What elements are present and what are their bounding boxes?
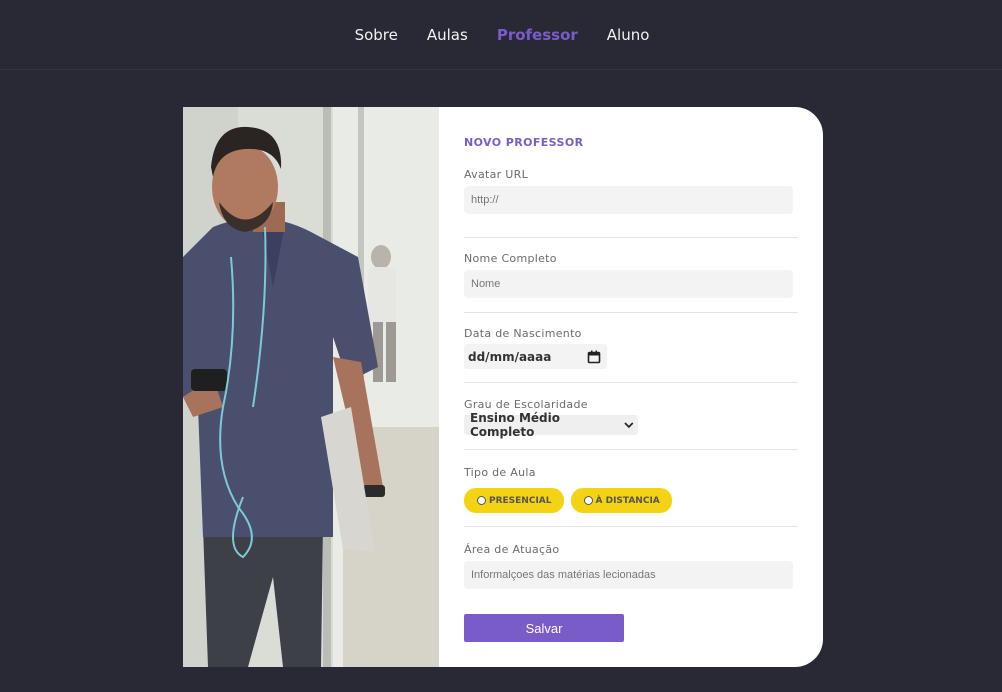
birth-field: Data de Nascimento dd/mm/aaaa: [464, 313, 798, 383]
birth-date-input[interactable]: dd/mm/aaaa: [464, 344, 607, 369]
radio-distancia[interactable]: [583, 496, 593, 505]
nav-aluno[interactable]: Aluno: [607, 26, 650, 44]
avatar-label: Avatar URL: [464, 168, 529, 181]
nav-sobre[interactable]: Sobre: [355, 26, 398, 44]
form-title: NOVO PROFESSOR: [464, 136, 584, 149]
option-presencial-label: PRESENCIAL: [489, 495, 552, 506]
calendar-icon[interactable]: [587, 350, 601, 364]
class-type-label: Tipo de Aula: [464, 466, 536, 479]
nav-professor[interactable]: Professor: [497, 26, 578, 44]
education-label: Grau de Escolaridade: [464, 398, 588, 411]
avatar-url-input[interactable]: [464, 186, 793, 214]
teacher-photo-illustration: [183, 107, 439, 667]
name-field: Nome Completo: [464, 238, 798, 313]
radio-presencial[interactable]: [477, 496, 486, 505]
birth-date-value: dd/mm/aaaa: [468, 349, 552, 364]
area-label: Área de Atuação: [464, 543, 560, 556]
nav-aulas[interactable]: Aulas: [427, 26, 468, 44]
class-type-options: PRESENCIAL À DISTANCIA: [464, 488, 798, 513]
option-distancia-label: À DISTANCIA: [595, 495, 660, 506]
education-selected-value: Ensino Médio Completo: [470, 411, 560, 439]
area-input[interactable]: [464, 561, 793, 589]
class-type-field: Tipo de Aula PRESENCIAL À DISTANCIA: [464, 450, 798, 527]
avatar-field: Avatar URL: [464, 168, 798, 238]
education-field: Grau de Escolaridade Ensino Médio Comple…: [464, 383, 798, 450]
main-nav: Sobre Aulas Professor Aluno: [355, 26, 650, 44]
teacher-photo: [183, 107, 439, 667]
education-select[interactable]: Ensino Médio Completo: [464, 411, 638, 439]
register-card: NOVO PROFESSOR Avatar URL Nome Completo …: [183, 107, 823, 667]
birth-label: Data de Nascimento: [464, 327, 582, 340]
area-field: Área de Atuação: [464, 527, 798, 589]
name-label: Nome Completo: [464, 252, 557, 265]
chevron-down-icon: [624, 422, 634, 429]
option-presencial[interactable]: PRESENCIAL: [464, 488, 564, 513]
full-name-input[interactable]: [464, 270, 793, 298]
save-button[interactable]: Salvar: [464, 614, 624, 642]
option-distancia[interactable]: À DISTANCIA: [570, 488, 672, 513]
teacher-form: NOVO PROFESSOR Avatar URL Nome Completo …: [439, 107, 823, 667]
top-navbar: Sobre Aulas Professor Aluno: [0, 0, 1002, 70]
